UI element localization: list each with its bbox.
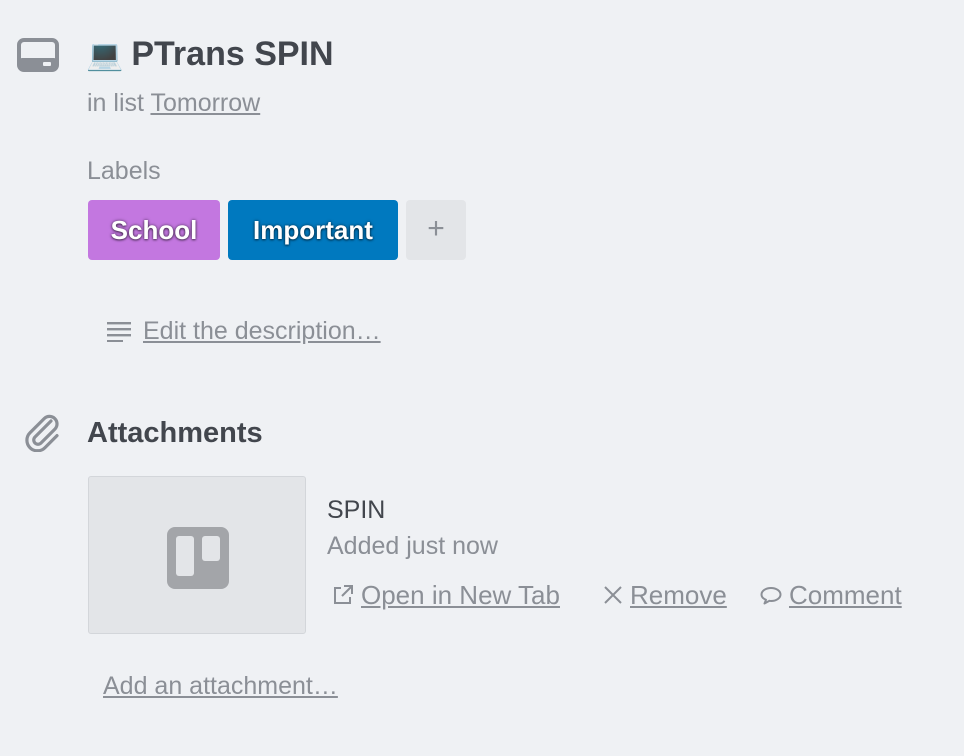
- close-icon: [604, 586, 622, 604]
- in-list-info: in list Tomorrow: [87, 88, 260, 118]
- card-icon: [17, 38, 59, 72]
- comment-icon: [760, 587, 782, 605]
- attachment-name[interactable]: SPIN: [327, 495, 385, 525]
- trello-logo-icon: [167, 527, 229, 589]
- external-link-icon: [334, 585, 353, 605]
- description-icon: [107, 320, 131, 343]
- label-important[interactable]: Important: [228, 200, 398, 260]
- remove-attachment-link[interactable]: Remove: [602, 578, 727, 612]
- edit-description-link[interactable]: Edit the description…: [143, 316, 381, 346]
- labels-heading: Labels: [87, 157, 161, 185]
- add-attachment-link[interactable]: Add an attachment…: [103, 671, 338, 701]
- open-in-new-tab-label: Open in New Tab: [361, 580, 560, 610]
- add-label-button[interactable]: +: [406, 200, 466, 260]
- remove-label: Remove: [630, 580, 727, 610]
- attachments-heading: Attachments: [87, 417, 263, 449]
- comment-attachment-link[interactable]: Comment: [759, 578, 902, 612]
- card-title[interactable]: 💻 PTrans SPIN: [86, 32, 334, 78]
- card-title-text: PTrans SPIN: [131, 35, 334, 73]
- comment-label: Comment: [789, 580, 902, 610]
- attachment-added-time: Added just now: [327, 532, 498, 560]
- paperclip-icon: [22, 412, 62, 453]
- label-school[interactable]: School: [88, 200, 220, 260]
- attachment-thumbnail[interactable]: [88, 476, 306, 634]
- open-in-new-tab-link[interactable]: Open in New Tab: [331, 578, 560, 612]
- in-list-prefix: in list: [87, 89, 144, 117]
- list-name-link[interactable]: Tomorrow: [150, 89, 260, 117]
- laptop-emoji-icon: 💻: [86, 38, 124, 73]
